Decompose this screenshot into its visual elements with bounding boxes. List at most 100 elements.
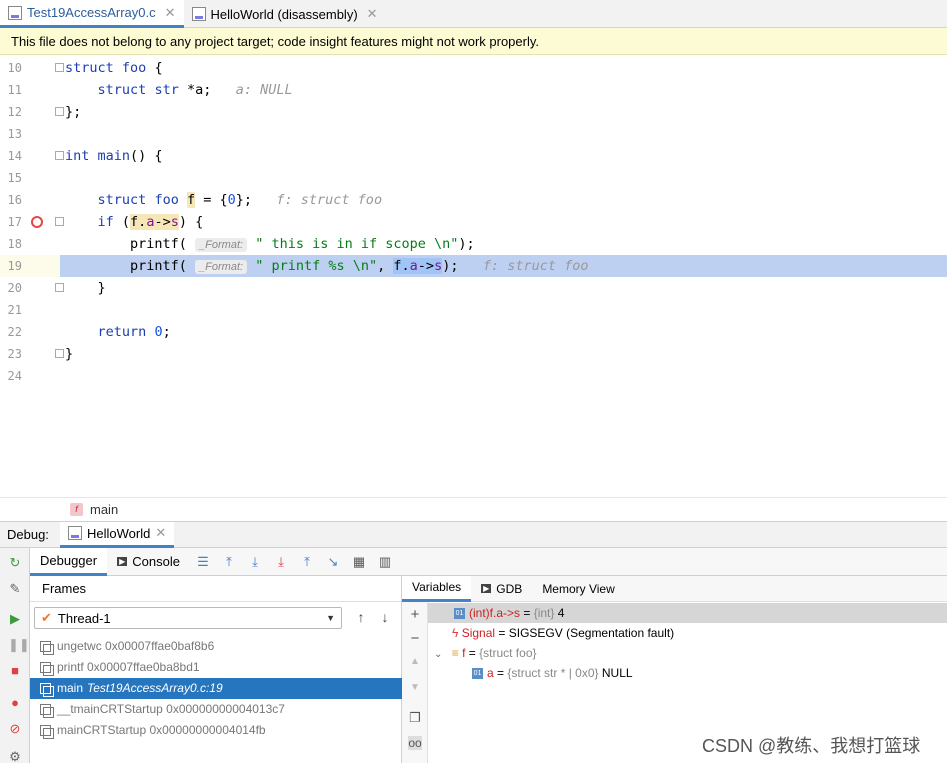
breakpoint-icon[interactable] bbox=[31, 216, 43, 228]
code-line: 21 bbox=[0, 299, 947, 321]
move-down-icon[interactable]: ▼ bbox=[408, 682, 422, 693]
close-icon[interactable]: ✕ bbox=[155, 525, 166, 541]
remove-watch-icon[interactable]: − bbox=[408, 630, 422, 647]
function-icon: f bbox=[70, 503, 83, 516]
step-into-icon[interactable]: ⤓ bbox=[268, 554, 294, 570]
mute-breakpoints-icon[interactable]: ⊘ bbox=[8, 722, 22, 736]
breadcrumb[interactable]: f main bbox=[0, 497, 947, 521]
move-up-icon[interactable]: ▲ bbox=[408, 656, 422, 667]
glasses-icon[interactable]: oo bbox=[408, 736, 422, 750]
code-line: 15 bbox=[0, 167, 947, 189]
variables-actions-strip: + − ▲ ▼ ❐ oo bbox=[402, 602, 428, 763]
tab-gdb[interactable]: ▶ GDB bbox=[471, 576, 532, 602]
list-item-selected[interactable]: main Test19AccessArray0.c:19 bbox=[30, 678, 402, 699]
session-label: HelloWorld bbox=[87, 525, 151, 541]
rerun-icon[interactable]: ↻ bbox=[8, 556, 22, 570]
variable-row[interactable]: ϟ Signal = SIGSEGV (Segmentation fault) bbox=[428, 623, 947, 643]
list-item[interactable]: printf 0x00007ffae0ba8bd1 bbox=[30, 657, 402, 678]
equals: = bbox=[520, 606, 534, 620]
primitive-icon: 01 bbox=[454, 608, 465, 620]
pause-icon[interactable]: ❚❚ bbox=[8, 638, 30, 652]
thread-check-icon: ✔ bbox=[41, 610, 52, 625]
chevron-down-icon[interactable]: ⌄ bbox=[434, 649, 442, 660]
step-out-icon[interactable]: ⤒ bbox=[294, 554, 320, 570]
tab-test19accessarray0-c[interactable]: Test19AccessArray0.c ✕ bbox=[0, 0, 184, 28]
frame-list: ungetwc 0x00007ffae0baf8b6 printf 0x0000… bbox=[30, 636, 402, 741]
frame-name: printf 0x00007ffae0ba8bd1 bbox=[57, 660, 200, 674]
line-number: 19 bbox=[7, 259, 22, 273]
line-number: 10 bbox=[7, 61, 22, 75]
code-text: printf( _Format: " printf %s \n", f.a->s… bbox=[60, 255, 947, 277]
code-line: 11 struct str *a; a: NULL bbox=[0, 79, 947, 101]
tab-label: Console bbox=[132, 554, 180, 569]
editor-tab-bar: Test19AccessArray0.c ✕ HelloWorld (disas… bbox=[0, 0, 947, 28]
resume-icon[interactable]: ▶ bbox=[8, 612, 22, 626]
variable-value: = SIGSEGV (Segmentation fault) bbox=[495, 626, 675, 640]
code-text: printf( _Format: " this is in if scope \… bbox=[65, 236, 475, 252]
code-text: } bbox=[65, 346, 74, 362]
console-icon: ▶ bbox=[117, 557, 128, 566]
close-icon[interactable]: ✕ bbox=[165, 5, 176, 21]
variable-type: {struct str * | 0x0} bbox=[507, 666, 599, 680]
frame-name: ungetwc 0x00007ffae0baf8b6 bbox=[57, 639, 215, 653]
frame-name: mainCRTStartup 0x00000000004014fb bbox=[57, 723, 266, 737]
equals: = bbox=[493, 666, 508, 680]
app-icon bbox=[68, 526, 82, 540]
menu-icon[interactable]: ☰ bbox=[190, 554, 216, 570]
close-icon[interactable]: ✕ bbox=[367, 6, 378, 22]
evaluate-expression-icon[interactable]: ▦ bbox=[346, 554, 372, 570]
frames-panel: Frames ✔ Thread-1 ▼ ↑ ↓ ungetwc 0x00007f… bbox=[30, 576, 402, 763]
variable-value: NULL bbox=[598, 666, 633, 680]
code-text: struct str *a; a: NULL bbox=[97, 82, 293, 98]
breadcrumb-function[interactable]: main bbox=[90, 502, 118, 517]
code-text: int main() { bbox=[65, 148, 163, 164]
thread-select[interactable]: ✔ Thread-1 ▼ bbox=[34, 607, 342, 629]
list-item[interactable]: __tmainCRTStartup 0x00000000004013c7 bbox=[30, 699, 402, 720]
frame-icon bbox=[40, 704, 54, 718]
line-number: 23 bbox=[7, 347, 22, 361]
struct-icon: ≡ bbox=[451, 646, 459, 660]
line-number: 13 bbox=[7, 127, 22, 141]
variable-row[interactable]: 01 (int)f.a->s = {int} 4 bbox=[428, 603, 947, 623]
code-line: 13 bbox=[0, 123, 947, 145]
arrow-down-icon[interactable]: ↓ bbox=[376, 609, 394, 625]
code-line: 17 if (f.a->s) { bbox=[0, 211, 947, 233]
inline-value-hint: f: struct foo bbox=[276, 192, 383, 208]
view-breakpoints-icon[interactable]: ● bbox=[8, 696, 22, 710]
code-line-execution-point: 19 printf( _Format: " printf %s \n", f.a… bbox=[0, 255, 947, 277]
frame-name: main bbox=[57, 681, 84, 695]
variable-type: {struct foo} bbox=[479, 646, 537, 660]
wrench-icon[interactable]: ✎ bbox=[8, 582, 22, 596]
tab-helloworld-disassembly[interactable]: HelloWorld (disassembly) ✕ bbox=[184, 0, 386, 28]
show-execution-point-icon[interactable]: ⤒ bbox=[216, 554, 242, 570]
debug-session-tab[interactable]: HelloWorld ✕ bbox=[60, 521, 175, 548]
list-item[interactable]: mainCRTStartup 0x00000000004014fb bbox=[30, 720, 402, 741]
code-editor[interactable]: 10 struct foo { 11 struct str *a; a: NUL… bbox=[0, 56, 947, 496]
tab-debugger[interactable]: Debugger bbox=[30, 547, 108, 576]
tab-variables[interactable]: Variables bbox=[402, 575, 472, 602]
step-over-icon[interactable]: ⤓ bbox=[242, 554, 268, 570]
list-item[interactable]: ungetwc 0x00007ffae0baf8b6 bbox=[30, 636, 402, 657]
variable-row[interactable]: ⌄ ≡ f = {struct foo} bbox=[428, 643, 947, 663]
equals: = bbox=[465, 646, 480, 660]
add-watch-icon[interactable]: + bbox=[408, 606, 422, 623]
tab-console[interactable]: ▶ Console bbox=[107, 548, 190, 576]
parameter-hint: _Format: bbox=[195, 260, 248, 274]
stop-icon[interactable]: ■ bbox=[8, 664, 22, 678]
layout-icon[interactable]: ▥ bbox=[372, 554, 398, 570]
copy-icon[interactable]: ❐ bbox=[408, 710, 422, 726]
code-text: struct foo { bbox=[65, 60, 163, 76]
frame-icon bbox=[40, 662, 54, 676]
arrow-up-icon[interactable]: ↑ bbox=[352, 609, 370, 625]
code-line: 22 return 0; bbox=[0, 321, 947, 343]
tab-memory-view[interactable]: Memory View bbox=[532, 576, 624, 602]
line-number: 14 bbox=[7, 149, 22, 163]
settings-icon[interactable]: ⚙ bbox=[8, 750, 22, 763]
debugger-toolbar: Debugger ▶ Console ☰ ⤒ ⤓ ⤓ ⤒ ↘ ▦ ▥ bbox=[30, 547, 947, 576]
watermark: CSDN @教练、我想打篮球 bbox=[702, 736, 921, 756]
disassembly-file-icon bbox=[191, 7, 206, 21]
tab-label: HelloWorld (disassembly) bbox=[210, 6, 358, 22]
line-number: 16 bbox=[7, 193, 22, 207]
run-to-cursor-icon[interactable]: ↘ bbox=[320, 554, 346, 570]
variable-row[interactable]: 01 a = {struct str * | 0x0} NULL bbox=[428, 663, 947, 683]
